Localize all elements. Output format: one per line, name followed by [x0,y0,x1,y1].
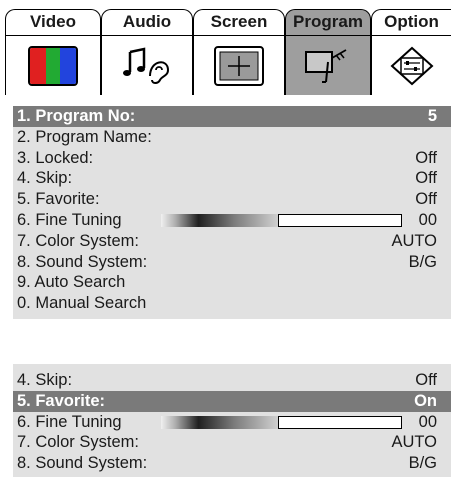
menu-item-program-name[interactable]: 2. Program Name: [13,127,451,148]
menu-item-label: 5. Favorite: [17,391,106,410]
program-menu-panel-scrolled: 4. Skip: Off 5. Favorite: On 6. Fine Tun… [13,364,451,478]
menu-item-label: 4. Skip: [17,169,73,188]
menu-item-value: B/G [408,454,437,473]
menu-item-label: 7. Color System: [17,231,139,250]
menu-item-value: 00 [418,412,437,431]
menu-item-favorite[interactable]: 5. Favorite: Off [13,189,451,210]
menu-item-value: On [414,391,437,410]
tab-program[interactable]: Program [285,9,371,95]
tab-audio[interactable]: Audio [101,9,193,95]
music-note-ear-icon [122,46,172,86]
menu-item-value: AUTO [391,433,437,452]
menu-item-fine-tuning[interactable]: 6. Fine Tuning 00 [13,210,451,231]
fine-tuning-slider-fill [161,415,278,429]
menu-item-label: 0. Manual Search [17,294,147,313]
menu-item-label: 6. Fine Tuning [17,412,122,431]
tab-program-label: Program [293,12,363,31]
menu-item-auto-search[interactable]: 9. Auto Search [13,272,451,293]
tv-antenna-icon [302,46,352,86]
menu-item-value: Off [415,371,437,389]
fine-tuning-slider-fill [161,213,278,227]
tab-screen[interactable]: Screen [193,9,285,95]
menu-item-label: 8. Sound System: [17,454,148,473]
menu-item-label: 6. Fine Tuning [17,210,122,229]
fine-tuning-slider[interactable] [161,213,402,227]
tab-screen-label: Screen [210,12,268,31]
menu-item-value: AUTO [391,231,437,250]
menu-item-value: 5 [427,107,437,125]
menu-item-sound-system[interactable]: 8. Sound System: B/G [13,453,451,477]
menu-item-locked[interactable]: 3. Locked: Off [13,148,451,169]
menu-item-label: 3. Locked: [17,148,94,167]
menu-item-program-no[interactable]: 1. Program No: 5 [13,106,451,127]
menu-item-skip[interactable]: 4. Skip: Off [13,168,451,189]
menu-item-color-system[interactable]: 7. Color System: AUTO [13,231,451,252]
menu-item-skip[interactable]: 4. Skip: Off [13,370,451,391]
tab-video[interactable]: Video [5,9,101,95]
menu-item-sound-system[interactable]: 8. Sound System: B/G [13,252,451,273]
menu-item-favorite[interactable]: 5. Favorite: On [13,390,451,412]
option-sliders-icon [388,46,438,86]
tab-video-label: Video [30,12,76,31]
menu-item-label: 2. Program Name: [17,127,152,146]
color-bars-icon [28,46,78,86]
menu-item-value: B/G [408,252,437,271]
menu-item-label: 5. Favorite: [17,190,100,209]
menu-item-value: Off [415,190,437,209]
menu-item-label: 7. Color System: [17,433,139,452]
menu-tab-bar: Video Audio Screen Program Option [5,9,451,95]
tab-option-label: Option [384,12,439,31]
fine-tuning-slider[interactable] [161,415,402,429]
menu-item-value: Off [415,169,437,188]
menu-item-label: 8. Sound System: [17,252,148,271]
menu-item-fine-tuning[interactable]: 6. Fine Tuning 00 [13,412,451,433]
program-menu-panel: 1. Program No: 5 2. Program Name: 3. Loc… [13,106,451,320]
screen-crosshair-icon [214,46,264,86]
menu-item-manual-search[interactable]: 0. Manual Search [13,293,451,319]
menu-item-value: Off [415,148,437,167]
menu-item-label: 9. Auto Search [17,273,126,292]
menu-item-label: 4. Skip: [17,371,73,389]
menu-item-value: 00 [418,210,437,229]
tab-audio-label: Audio [122,12,172,31]
tab-option[interactable]: Option [371,9,451,95]
menu-item-color-system[interactable]: 7. Color System: AUTO [13,432,451,453]
menu-item-label: 1. Program No: [17,107,136,125]
